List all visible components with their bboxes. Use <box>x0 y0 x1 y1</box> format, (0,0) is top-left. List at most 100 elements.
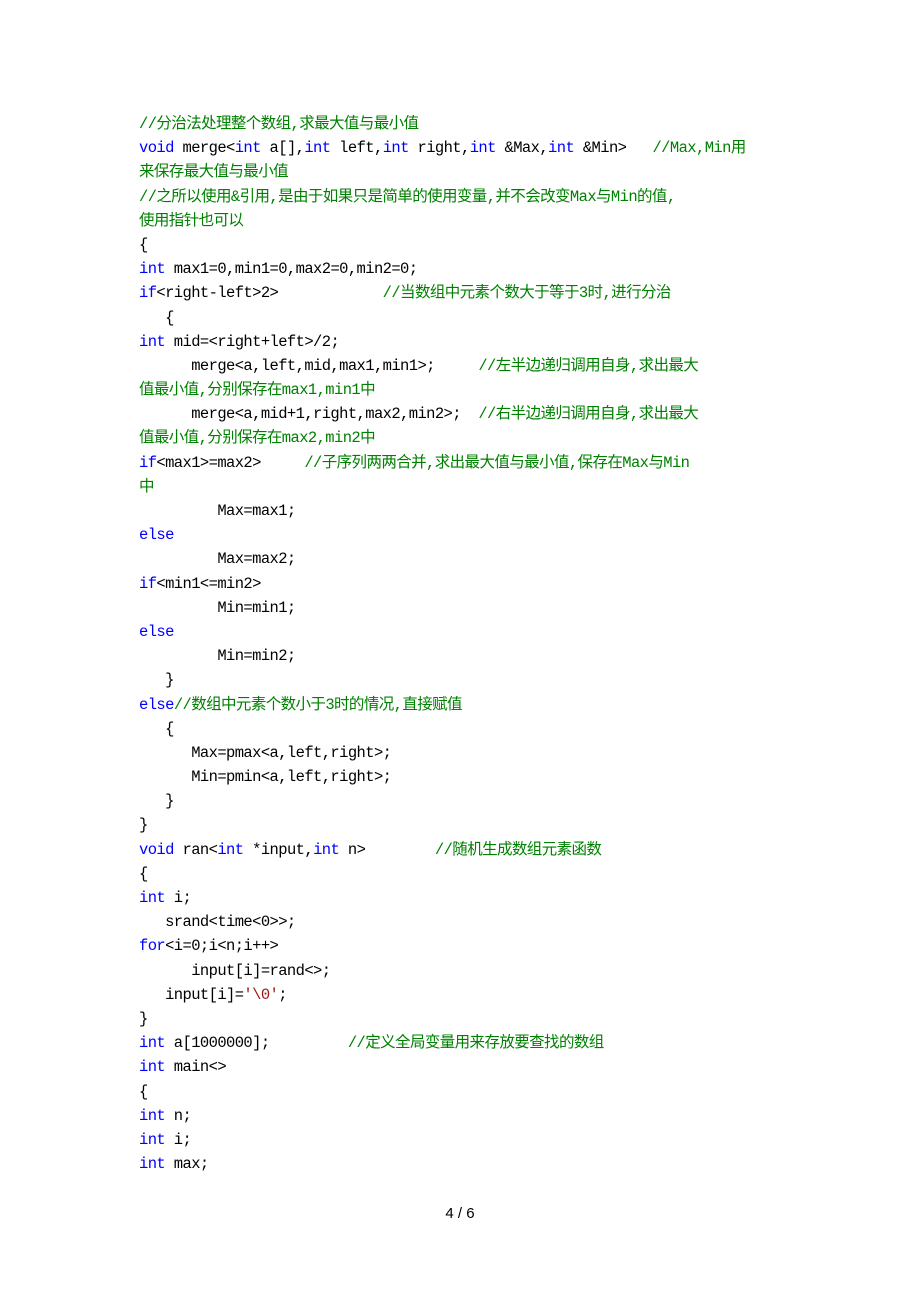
code-token: ; <box>278 985 287 1004</box>
code-line: { <box>139 1080 799 1104</box>
code-line: int max1=0,min1=0,max2=0,min2=0; <box>139 257 799 281</box>
code-token: right, <box>408 139 470 158</box>
code-token: merge< <box>173 139 236 158</box>
code-line: 中 <box>139 475 799 499</box>
comment-token: //左半边递归调用自身,求出最大 <box>478 356 699 375</box>
keyword-token: int <box>139 889 166 907</box>
code-token: *input, <box>243 840 314 859</box>
code-token: input[i]=rand<>; <box>139 961 331 980</box>
keyword-token: int <box>234 139 262 158</box>
code-line: for<i=0;i<n;i++> <box>139 934 799 958</box>
keyword-token: int <box>304 139 331 158</box>
code-token: Max=max2; <box>139 550 296 569</box>
code-line: 使用指针也可以 <box>139 209 799 233</box>
code-token: i; <box>165 889 192 907</box>
code-token: } <box>139 792 174 811</box>
code-line: if<max1>=max2> //子序列两两合并,求出最大值与最小值,保存在Ma… <box>139 451 799 475</box>
code-token: } <box>139 671 174 690</box>
code-token: ran< <box>173 840 218 859</box>
code-listing: //分治法处理整个数组,求最大值与最小值 void merge<int a[],i… <box>139 112 799 1176</box>
code-token: { <box>139 235 148 254</box>
code-line: 值最小值,分别保存在max2,min2中 <box>139 426 799 450</box>
code-line: } <box>139 813 799 837</box>
comment-token: 值最小值,分别保存在max1,min1中 <box>139 381 376 400</box>
code-token: max1=0,min1=0,max2=0,min2=0; <box>165 260 418 279</box>
comment-token: //数组中元素个数小于3时的情况,直接赋值 <box>173 695 463 714</box>
code-token: merge<a,left,mid,max1,min1>; <box>139 356 479 375</box>
code-line: Min=min2; <box>139 644 799 668</box>
code-line: { <box>139 717 799 741</box>
code-line: merge<a,mid+1,right,max2,min2>; //右半边递归调… <box>139 402 799 426</box>
keyword-token: int <box>217 840 244 859</box>
keyword-token: else <box>139 622 174 641</box>
code-token: { <box>139 1082 148 1101</box>
code-line: else//数组中元素个数小于3时的情况,直接赋值 <box>139 693 799 717</box>
code-token: &Max, <box>495 139 549 158</box>
code-line: Max=pmax<a,left,right>; <box>139 741 799 765</box>
code-token: input[i]= <box>139 985 244 1004</box>
page-number: 4 / 6 <box>445 1205 475 1222</box>
keyword-token: int <box>139 332 166 351</box>
keyword-token: int <box>469 139 497 158</box>
keyword-token: void <box>139 139 174 158</box>
comment-token: //子序列两两合并,求出最大值与最小值,保存在Max与Min <box>304 453 690 472</box>
keyword-token: if <box>139 453 157 472</box>
code-line: int a[1000000]; //定义全局变量用来存放要查找的数组 <box>139 1031 799 1055</box>
code-line: int main<> <box>139 1055 799 1079</box>
code-token: main<> <box>165 1058 227 1077</box>
comment-token: 来保存最大值与最小值 <box>139 163 289 182</box>
code-token: { <box>139 308 174 327</box>
code-line: { <box>139 306 799 330</box>
keyword-token: int <box>139 1130 166 1149</box>
code-token: n> <box>339 840 435 859</box>
code-line: void ran<int *input,int n> //随机生成数组元素函数 <box>139 838 799 862</box>
code-token: max; <box>165 1155 209 1174</box>
comment-token: //定义全局变量用来存放要查找的数组 <box>347 1034 604 1053</box>
comment-token: 值最小值,分别保存在max2,min2中 <box>139 429 376 448</box>
code-line: { <box>139 862 799 886</box>
keyword-token: if <box>139 574 157 593</box>
code-token: Min=min2; <box>139 647 296 666</box>
code-line: merge<a,left,mid,max1,min1>; //左半边递归调用自身… <box>139 354 799 378</box>
code-token: } <box>139 1009 148 1028</box>
code-line: int i; <box>139 1128 799 1152</box>
code-token: srand<time<0>>; <box>139 913 296 932</box>
comment-token: 中 <box>139 477 155 496</box>
code-token: a[1000000]; <box>165 1034 348 1053</box>
document-page: //分治法处理整个数组,求最大值与最小值 void merge<int a[],i… <box>0 0 920 1302</box>
code-line: int mid=<right+left>/2; <box>139 330 799 354</box>
keyword-token: int <box>139 1106 166 1125</box>
keyword-token: else <box>139 526 174 545</box>
comment-token: //Max,Min用 <box>652 139 746 158</box>
code-line: 来保存最大值与最小值 <box>139 160 799 184</box>
code-token: { <box>139 719 174 738</box>
code-token: Min=min1; <box>139 598 296 617</box>
keyword-token: int <box>139 260 166 279</box>
code-line: srand<time<0>>; <box>139 910 799 934</box>
keyword-token: else <box>139 695 174 714</box>
keyword-token: int <box>313 840 340 859</box>
code-token: Max=pmax<a,left,right>; <box>139 743 392 762</box>
code-token: mid=<right+left>/2; <box>165 332 340 351</box>
keyword-token: if <box>139 284 157 303</box>
code-line: else <box>139 620 799 644</box>
code-token: <max1>=max2> <box>156 453 305 472</box>
code-token: merge<a,mid+1,right,max2,min2>; <box>139 405 479 424</box>
code-line: if<min1<=min2> <box>139 572 799 596</box>
code-line: 值最小值,分别保存在max1,min1中 <box>139 378 799 402</box>
code-line: Min=pmin<a,left,right>; <box>139 765 799 789</box>
code-line: //分治法处理整个数组,求最大值与最小值 <box>139 112 799 136</box>
code-line: if<right-left>2> //当数组中元素个数大于等于3时,进行分治 <box>139 281 799 305</box>
code-line: } <box>139 668 799 692</box>
comment-token: 使用指针也可以 <box>139 211 244 230</box>
code-line: { <box>139 233 799 257</box>
comment-token: //随机生成数组元素函数 <box>434 840 602 859</box>
code-line: void merge<int a[],int left,int right,in… <box>139 136 799 160</box>
code-token: Max=max1; <box>139 502 296 520</box>
code-token: i; <box>165 1130 192 1149</box>
code-token: &Min> <box>574 139 653 158</box>
code-line: int n; <box>139 1104 799 1128</box>
code-line: Max=max2; <box>139 547 799 571</box>
code-token: n; <box>165 1106 192 1125</box>
code-token: left, <box>330 139 383 158</box>
